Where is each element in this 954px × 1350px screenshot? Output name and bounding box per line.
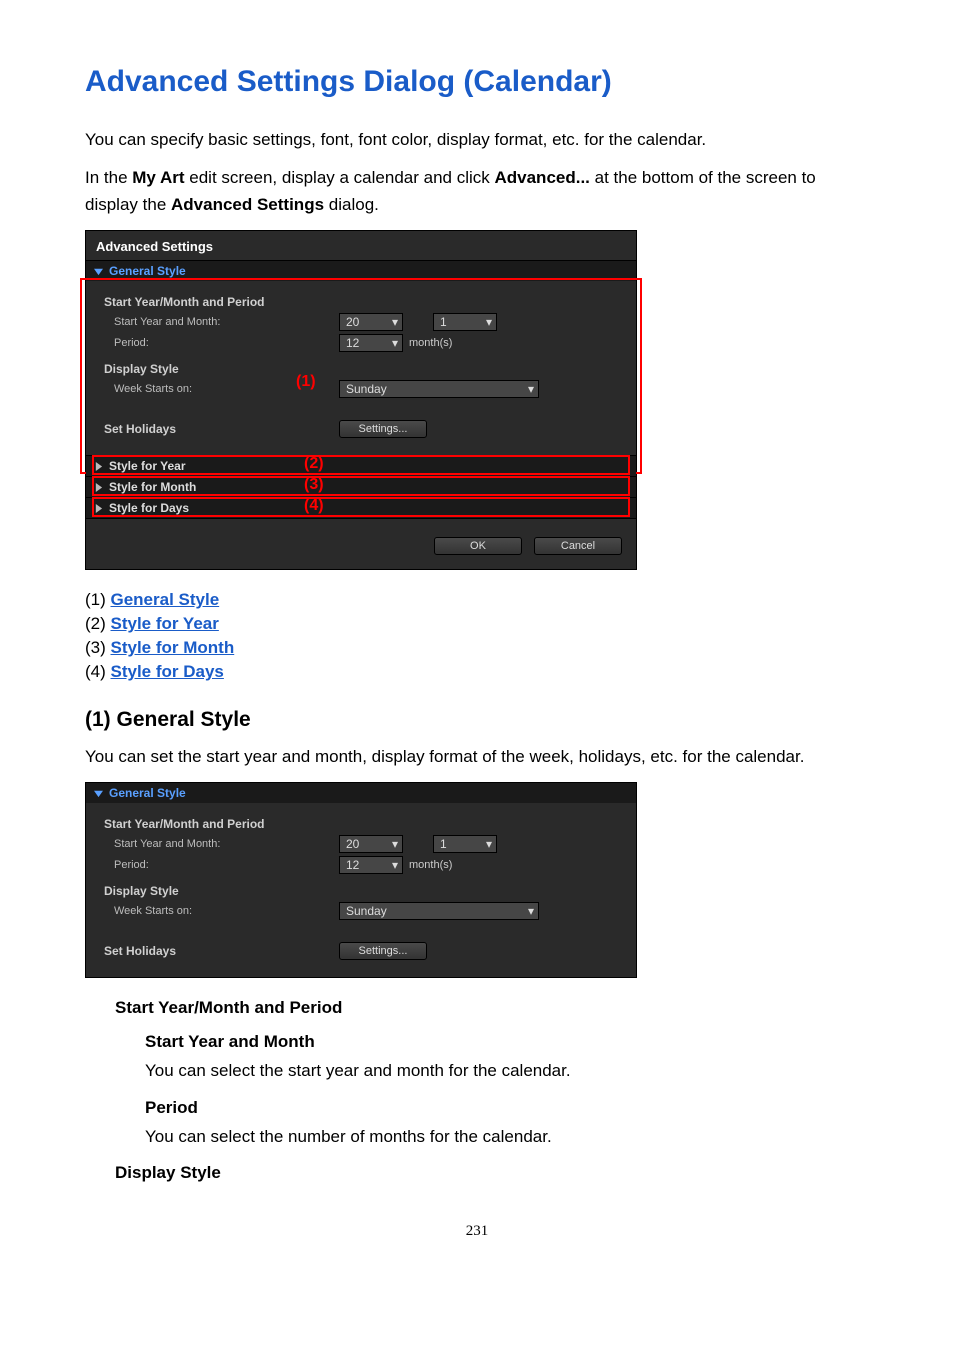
start-year-dropdown[interactable]: 20▾ (339, 835, 403, 853)
group-period: Start Year/Month and Period (104, 295, 622, 309)
chevron-down-icon: ▾ (392, 856, 398, 874)
def-body: You can select the start year and month … (145, 1058, 869, 1084)
settings-button[interactable]: Settings... (339, 420, 427, 438)
ok-button[interactable]: OK (434, 537, 522, 555)
chevron-down-icon: ▾ (486, 313, 492, 331)
section-body: You can set the start year and month, di… (85, 744, 869, 770)
period-dropdown[interactable]: 12▾ (339, 856, 403, 874)
link-style-days[interactable]: Style for Days (111, 662, 224, 681)
chevron-down-icon: ▾ (528, 902, 534, 920)
period-unit: month(s) (409, 337, 452, 349)
label-period: Period: (104, 859, 339, 871)
def-start-year-month: Start Year and Month (145, 1032, 869, 1052)
link-general-style[interactable]: General Style (111, 590, 220, 609)
settings-button[interactable]: Settings... (339, 942, 427, 960)
start-month-dropdown[interactable]: 1▾ (433, 313, 497, 331)
page-number: 231 (85, 1223, 869, 1240)
dialog-title: Advanced Settings (86, 231, 636, 260)
cancel-button[interactable]: Cancel (534, 537, 622, 555)
def-body: You can select the number of months for … (145, 1124, 869, 1150)
accordion-style-days[interactable]: Style for Days (86, 497, 636, 519)
accordion-label: General Style (109, 264, 186, 278)
chevron-right-icon (94, 462, 103, 471)
week-starts-dropdown[interactable]: Sunday▾ (339, 380, 539, 398)
page-title: Advanced Settings Dialog (Calendar) (85, 65, 869, 99)
label-week-starts: Week Starts on: (104, 905, 339, 917)
group-set-holidays: Set Holidays (104, 944, 339, 958)
advanced-settings-dialog: Advanced Settings General Style (1) Star… (85, 230, 637, 570)
accordion-style-month[interactable]: Style for Month (86, 476, 636, 497)
label-start-year-month: Start Year and Month: (104, 838, 339, 850)
intro-paragraph-2: In the My Art edit screen, display a cal… (85, 165, 869, 218)
group-display-style: Display Style (104, 362, 622, 376)
label-week-starts: Week Starts on: (104, 383, 339, 395)
accordion-general-style[interactable]: General Style (86, 260, 636, 281)
period-unit: month(s) (409, 859, 452, 871)
accordion-label: Style for Year (109, 459, 186, 473)
chevron-down-icon (94, 789, 103, 798)
link-style-month[interactable]: Style for Month (111, 638, 235, 657)
callout-link-list: (1) General Style (2) Style for Year (3)… (85, 590, 869, 682)
week-starts-dropdown[interactable]: Sunday▾ (339, 902, 539, 920)
def-start-year-month-period: Start Year/Month and Period (115, 998, 869, 1018)
label-period: Period: (104, 337, 339, 349)
general-style-panel: General Style Start Year/Month and Perio… (85, 782, 637, 978)
def-period: Period (145, 1098, 869, 1118)
label-start-year-month: Start Year and Month: (104, 316, 339, 328)
chevron-down-icon: ▾ (392, 313, 398, 331)
chevron-down-icon: ▾ (392, 835, 398, 853)
accordion-label: Style for Days (109, 501, 189, 515)
intro-paragraph-1: You can specify basic settings, font, fo… (85, 127, 869, 153)
start-year-dropdown[interactable]: 20▾ (339, 313, 403, 331)
chevron-right-icon (94, 504, 103, 513)
chevron-down-icon: ▾ (528, 380, 534, 398)
group-period: Start Year/Month and Period (104, 817, 622, 831)
period-dropdown[interactable]: 12▾ (339, 334, 403, 352)
group-display-style: Display Style (104, 884, 622, 898)
link-style-year[interactable]: Style for Year (111, 614, 219, 633)
chevron-right-icon (94, 483, 103, 492)
section-heading-general-style: (1) General Style (85, 708, 869, 732)
accordion-label: Style for Month (109, 480, 196, 494)
accordion-general-style[interactable]: General Style (86, 783, 636, 803)
group-set-holidays: Set Holidays (104, 422, 339, 436)
chevron-down-icon: ▾ (486, 835, 492, 853)
accordion-style-year[interactable]: Style for Year (86, 455, 636, 476)
start-month-dropdown[interactable]: 1▾ (433, 835, 497, 853)
def-display-style: Display Style (115, 1163, 869, 1183)
chevron-down-icon: ▾ (392, 334, 398, 352)
chevron-down-icon (94, 267, 103, 276)
accordion-label: General Style (109, 786, 186, 800)
